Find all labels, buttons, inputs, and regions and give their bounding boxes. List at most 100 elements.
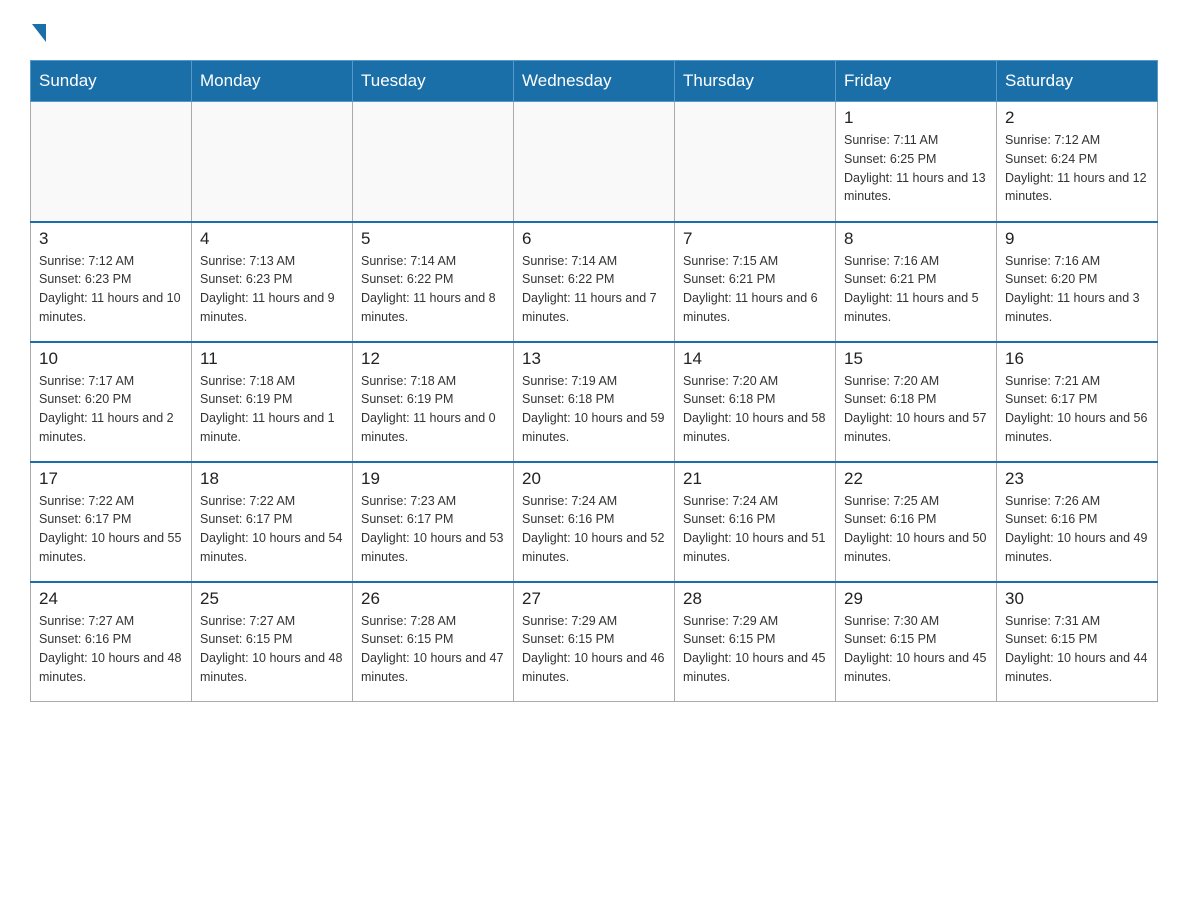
calendar-cell: 30 Sunrise: 7:31 AMSunset: 6:15 PMDayligh… [997, 582, 1158, 702]
day-info: Sunrise: 7:20 AMSunset: 6:18 PMDaylight:… [844, 372, 988, 447]
day-info: Sunrise: 7:25 AMSunset: 6:16 PMDaylight:… [844, 492, 988, 567]
calendar-week-row: 3 Sunrise: 7:12 AMSunset: 6:23 PMDaylight… [31, 222, 1158, 342]
day-number: 9 [1005, 229, 1149, 249]
day-info: Sunrise: 7:22 AMSunset: 6:17 PMDaylight:… [200, 492, 344, 567]
weekday-header-monday: Monday [192, 61, 353, 102]
day-number: 24 [39, 589, 183, 609]
day-number: 14 [683, 349, 827, 369]
day-number: 29 [844, 589, 988, 609]
day-info: Sunrise: 7:28 AMSunset: 6:15 PMDaylight:… [361, 612, 505, 687]
calendar-cell: 5 Sunrise: 7:14 AMSunset: 6:22 PMDaylight… [353, 222, 514, 342]
day-info: Sunrise: 7:29 AMSunset: 6:15 PMDaylight:… [683, 612, 827, 687]
day-number: 28 [683, 589, 827, 609]
calendar-cell: 8 Sunrise: 7:16 AMSunset: 6:21 PMDaylight… [836, 222, 997, 342]
day-number: 19 [361, 469, 505, 489]
day-info: Sunrise: 7:12 AMSunset: 6:23 PMDaylight:… [39, 252, 183, 327]
day-number: 3 [39, 229, 183, 249]
calendar-cell: 24Sunrise: 7:27 AMSunset: 6:16 PMDayligh… [31, 582, 192, 702]
page-header [30, 20, 1158, 40]
day-number: 10 [39, 349, 183, 369]
calendar-cell: 6Sunrise: 7:14 AMSunset: 6:22 PMDaylight… [514, 222, 675, 342]
day-number: 7 [683, 229, 827, 249]
calendar-cell: 27 Sunrise: 7:29 AMSunset: 6:15 PMDayligh… [514, 582, 675, 702]
calendar-cell [192, 102, 353, 222]
calendar-cell: 16 Sunrise: 7:21 AMSunset: 6:17 PMDayligh… [997, 342, 1158, 462]
day-info: Sunrise: 7:23 AMSunset: 6:17 PMDaylight:… [361, 492, 505, 567]
calendar-cell: 3 Sunrise: 7:12 AMSunset: 6:23 PMDaylight… [31, 222, 192, 342]
calendar-cell: 22 Sunrise: 7:25 AMSunset: 6:16 PMDayligh… [836, 462, 997, 582]
day-info: Sunrise: 7:22 AMSunset: 6:17 PMDaylight:… [39, 492, 183, 567]
day-number: 27 [522, 589, 666, 609]
calendar-week-row: 24Sunrise: 7:27 AMSunset: 6:16 PMDayligh… [31, 582, 1158, 702]
calendar-cell: 26 Sunrise: 7:28 AMSunset: 6:15 PMDayligh… [353, 582, 514, 702]
calendar-cell: 4 Sunrise: 7:13 AMSunset: 6:23 PMDaylight… [192, 222, 353, 342]
day-info: Sunrise: 7:11 AMSunset: 6:25 PMDaylight:… [844, 131, 988, 206]
calendar-cell: 10 Sunrise: 7:17 AMSunset: 6:20 PMDayligh… [31, 342, 192, 462]
calendar-week-row: 17 Sunrise: 7:22 AMSunset: 6:17 PMDayligh… [31, 462, 1158, 582]
calendar-week-row: 1 Sunrise: 7:11 AMSunset: 6:25 PMDaylight… [31, 102, 1158, 222]
weekday-header-thursday: Thursday [675, 61, 836, 102]
weekday-header-sunday: Sunday [31, 61, 192, 102]
day-info: Sunrise: 7:14 AMSunset: 6:22 PMDaylight:… [361, 252, 505, 327]
calendar-cell: 19 Sunrise: 7:23 AMSunset: 6:17 PMDayligh… [353, 462, 514, 582]
logo [30, 20, 46, 40]
day-info: Sunrise: 7:16 AMSunset: 6:21 PMDaylight:… [844, 252, 988, 327]
calendar-cell: 7 Sunrise: 7:15 AMSunset: 6:21 PMDaylight… [675, 222, 836, 342]
calendar-cell: 13 Sunrise: 7:19 AMSunset: 6:18 PMDayligh… [514, 342, 675, 462]
day-number: 22 [844, 469, 988, 489]
day-number: 13 [522, 349, 666, 369]
day-number: 25 [200, 589, 344, 609]
day-info: Sunrise: 7:13 AMSunset: 6:23 PMDaylight:… [200, 252, 344, 327]
day-number: 8 [844, 229, 988, 249]
day-number: 16 [1005, 349, 1149, 369]
calendar-cell: 15 Sunrise: 7:20 AMSunset: 6:18 PMDayligh… [836, 342, 997, 462]
day-number: 30 [1005, 589, 1149, 609]
day-info: Sunrise: 7:17 AMSunset: 6:20 PMDaylight:… [39, 372, 183, 447]
calendar-cell: 18Sunrise: 7:22 AMSunset: 6:17 PMDayligh… [192, 462, 353, 582]
day-info: Sunrise: 7:30 AMSunset: 6:15 PMDaylight:… [844, 612, 988, 687]
calendar-cell: 29 Sunrise: 7:30 AMSunset: 6:15 PMDayligh… [836, 582, 997, 702]
day-number: 21 [683, 469, 827, 489]
day-info: Sunrise: 7:15 AMSunset: 6:21 PMDaylight:… [683, 252, 827, 327]
calendar-cell: 2 Sunrise: 7:12 AMSunset: 6:24 PMDaylight… [997, 102, 1158, 222]
day-number: 1 [844, 108, 988, 128]
day-info: Sunrise: 7:20 AMSunset: 6:18 PMDaylight:… [683, 372, 827, 447]
logo-arrow-icon [32, 24, 46, 42]
day-info: Sunrise: 7:21 AMSunset: 6:17 PMDaylight:… [1005, 372, 1149, 447]
calendar-cell: 25 Sunrise: 7:27 AMSunset: 6:15 PMDayligh… [192, 582, 353, 702]
day-number: 20 [522, 469, 666, 489]
day-info: Sunrise: 7:31 AMSunset: 6:15 PMDaylight:… [1005, 612, 1149, 687]
weekday-header-saturday: Saturday [997, 61, 1158, 102]
day-number: 5 [361, 229, 505, 249]
day-info: Sunrise: 7:24 AMSunset: 6:16 PMDaylight:… [683, 492, 827, 567]
calendar-cell: 1 Sunrise: 7:11 AMSunset: 6:25 PMDaylight… [836, 102, 997, 222]
day-info: Sunrise: 7:18 AMSunset: 6:19 PMDaylight:… [361, 372, 505, 447]
day-info: Sunrise: 7:26 AMSunset: 6:16 PMDaylight:… [1005, 492, 1149, 567]
day-number: 17 [39, 469, 183, 489]
calendar-cell: 14 Sunrise: 7:20 AMSunset: 6:18 PMDayligh… [675, 342, 836, 462]
weekday-header-tuesday: Tuesday [353, 61, 514, 102]
day-info: Sunrise: 7:12 AMSunset: 6:24 PMDaylight:… [1005, 131, 1149, 206]
day-number: 2 [1005, 108, 1149, 128]
calendar-cell: 12Sunrise: 7:18 AMSunset: 6:19 PMDayligh… [353, 342, 514, 462]
calendar-table: SundayMondayTuesdayWednesdayThursdayFrid… [30, 60, 1158, 702]
day-info: Sunrise: 7:24 AMSunset: 6:16 PMDaylight:… [522, 492, 666, 567]
day-number: 4 [200, 229, 344, 249]
calendar-cell [31, 102, 192, 222]
day-number: 15 [844, 349, 988, 369]
calendar-week-row: 10 Sunrise: 7:17 AMSunset: 6:20 PMDayligh… [31, 342, 1158, 462]
calendar-cell [514, 102, 675, 222]
calendar-cell: 28 Sunrise: 7:29 AMSunset: 6:15 PMDayligh… [675, 582, 836, 702]
day-info: Sunrise: 7:29 AMSunset: 6:15 PMDaylight:… [522, 612, 666, 687]
weekday-header-friday: Friday [836, 61, 997, 102]
calendar-cell: 20 Sunrise: 7:24 AMSunset: 6:16 PMDayligh… [514, 462, 675, 582]
weekday-header-wednesday: Wednesday [514, 61, 675, 102]
day-number: 23 [1005, 469, 1149, 489]
day-info: Sunrise: 7:27 AMSunset: 6:15 PMDaylight:… [200, 612, 344, 687]
day-info: Sunrise: 7:19 AMSunset: 6:18 PMDaylight:… [522, 372, 666, 447]
day-number: 26 [361, 589, 505, 609]
calendar-cell [675, 102, 836, 222]
calendar-cell: 21 Sunrise: 7:24 AMSunset: 6:16 PMDayligh… [675, 462, 836, 582]
calendar-cell: 23 Sunrise: 7:26 AMSunset: 6:16 PMDayligh… [997, 462, 1158, 582]
calendar-cell: 11Sunrise: 7:18 AMSunset: 6:19 PMDayligh… [192, 342, 353, 462]
